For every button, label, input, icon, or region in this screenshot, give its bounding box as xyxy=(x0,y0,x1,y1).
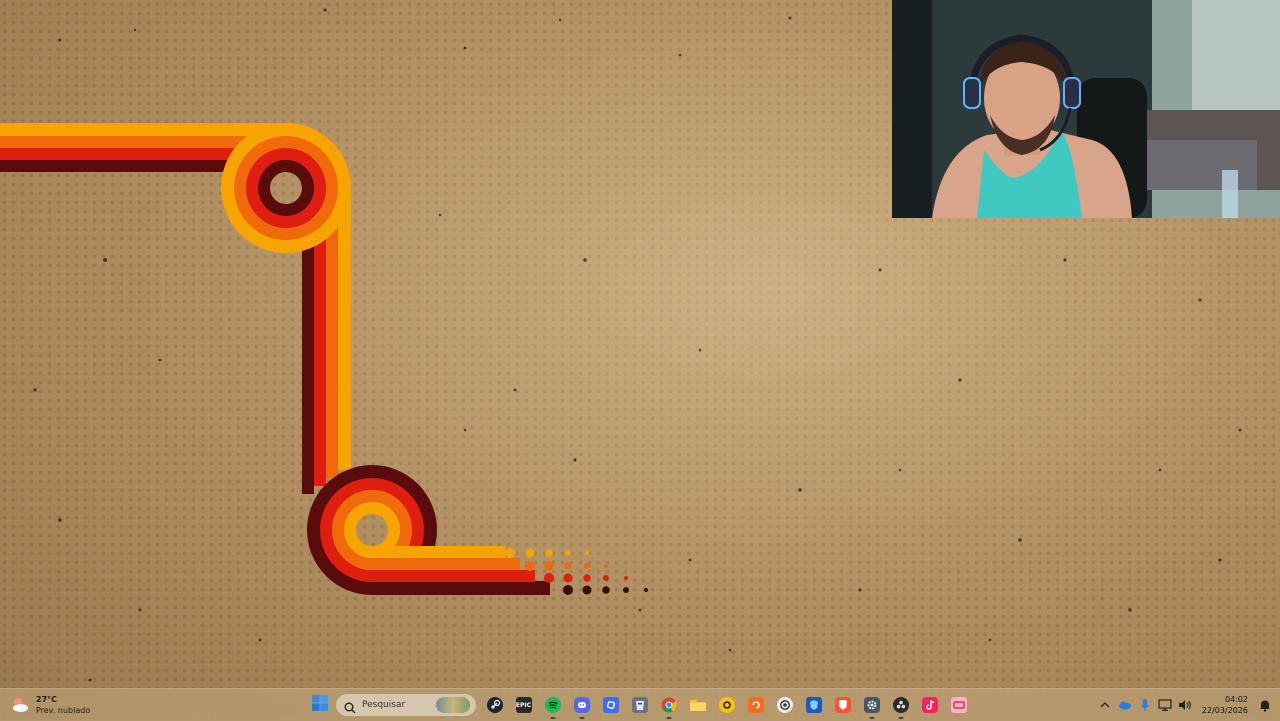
obs-icon xyxy=(892,697,909,713)
network-icon[interactable] xyxy=(1158,698,1172,712)
weather-widget[interactable]: 27°C Prev. nublado xyxy=(10,693,90,717)
chrome-icon xyxy=(661,697,677,713)
spotify-icon xyxy=(544,697,561,713)
system-tray: 04:02 22/03/2026 xyxy=(1098,689,1272,721)
active-indicator xyxy=(550,717,555,719)
taskbar-app-file-explorer[interactable] xyxy=(683,689,712,721)
tiktok-icon xyxy=(921,697,938,713)
taskbar-app-chrome[interactable] xyxy=(654,689,683,721)
taskbar-app-shield[interactable] xyxy=(799,689,828,721)
taskbar-app-yellow[interactable] xyxy=(712,689,741,721)
search-placeholder: Pesquisar xyxy=(362,700,406,710)
clock[interactable]: 04:02 22/03/2026 xyxy=(1202,694,1248,716)
search-highlight-image xyxy=(436,697,470,713)
weather-description: Prev. nublado xyxy=(36,706,91,715)
gear-icon xyxy=(863,697,880,713)
cloudy-sun-icon xyxy=(10,695,30,715)
taskbar-app-obs[interactable] xyxy=(886,689,915,721)
folder-icon xyxy=(689,697,706,713)
notification-bell-icon[interactable] xyxy=(1258,698,1272,712)
orange-app-icon xyxy=(747,697,764,713)
taskbar-app-ring[interactable] xyxy=(770,689,799,721)
taskbar-app-epic-games[interactable]: EPIC xyxy=(509,689,538,721)
active-indicator xyxy=(579,717,584,719)
taskbar-center: Pesquisar EPIC xyxy=(305,689,973,721)
clock-time: 04:02 xyxy=(1224,695,1248,704)
grey-app-icon xyxy=(631,697,648,713)
webcam-feed-image xyxy=(892,0,1280,218)
brave-icon xyxy=(834,697,851,713)
active-indicator xyxy=(666,717,671,719)
yellow-circle-icon xyxy=(718,697,735,713)
taskbar-app-orange[interactable] xyxy=(741,689,770,721)
shield-app-icon xyxy=(805,697,822,713)
chevron-up-icon[interactable] xyxy=(1098,698,1112,712)
microphone-icon[interactable] xyxy=(1138,698,1152,712)
taskbar-app-blue[interactable] xyxy=(596,689,625,721)
taskbar-app-pink[interactable] xyxy=(944,689,973,721)
pink-app-icon xyxy=(950,697,967,713)
search-icon xyxy=(344,699,356,714)
epic-games-icon: EPIC xyxy=(515,697,532,713)
taskbar-app-grey[interactable] xyxy=(625,689,654,721)
clock-date: 22/03/2026 xyxy=(1201,706,1248,715)
taskbar-app-steam[interactable] xyxy=(480,689,509,721)
taskbar-app-discord[interactable] xyxy=(567,689,596,721)
search-input[interactable]: Pesquisar xyxy=(336,694,476,716)
windows-start-icon xyxy=(311,695,328,715)
taskbar-app-tiktok[interactable] xyxy=(915,689,944,721)
taskbar: 27°C Prev. nublado Pesquisar EPIC 04:02 … xyxy=(0,688,1280,721)
discord-icon xyxy=(573,697,590,713)
taskbar-app-settings[interactable] xyxy=(857,689,886,721)
active-indicator xyxy=(869,717,874,719)
active-indicator xyxy=(898,717,903,719)
cloud-tray-icon[interactable] xyxy=(1118,698,1132,712)
webcam-overlay xyxy=(892,0,1280,218)
volume-icon[interactable] xyxy=(1178,698,1192,712)
ring-app-icon xyxy=(776,697,793,713)
blue-app-icon xyxy=(602,697,619,713)
start-button[interactable] xyxy=(305,689,334,721)
steam-icon xyxy=(486,697,503,713)
weather-temperature: 27°C xyxy=(36,695,58,704)
taskbar-app-brave[interactable] xyxy=(828,689,857,721)
taskbar-app-spotify[interactable] xyxy=(538,689,567,721)
